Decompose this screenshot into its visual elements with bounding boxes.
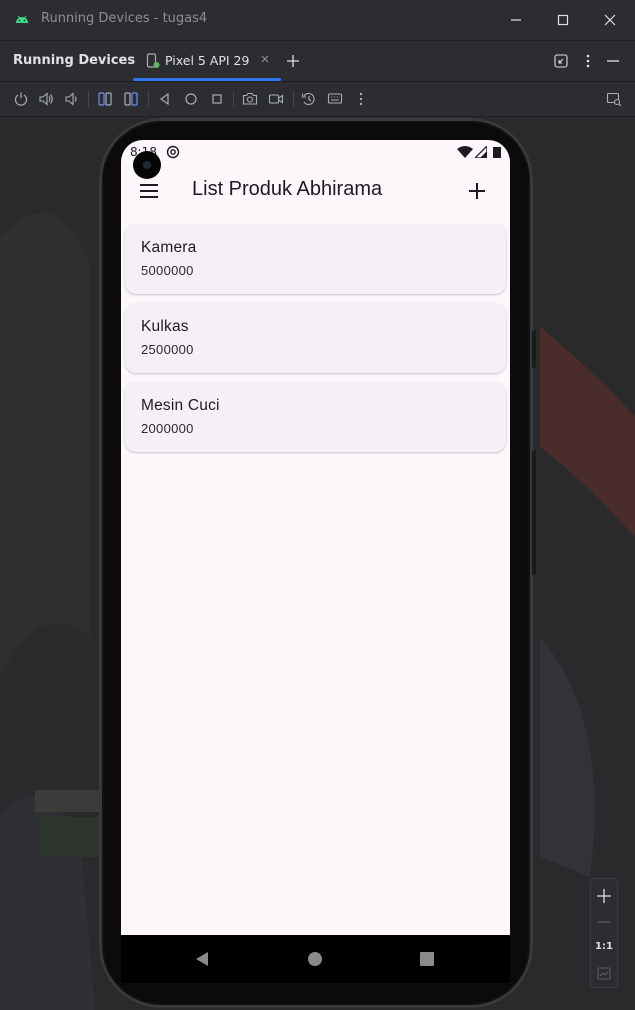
emulator-toolbar: [0, 82, 635, 117]
rotate-left-icon[interactable]: [97, 91, 113, 107]
app-title: List Produk Abhirama: [192, 178, 383, 200]
rotate-right-icon[interactable]: [123, 91, 139, 107]
product-card[interactable]: Kulkas 2500000: [125, 303, 506, 373]
volume-down-icon[interactable]: [63, 91, 79, 107]
app-bar: List Produk Abhirama: [121, 170, 510, 214]
inspect-icon[interactable]: [606, 91, 622, 107]
toolbar-separator: [293, 91, 294, 107]
zoom-out-icon[interactable]: [591, 909, 617, 935]
product-price: 5000000: [141, 263, 194, 278]
minimize-icon: [511, 19, 521, 21]
product-name: Kulkas: [141, 318, 189, 335]
device-screen: 8:18 List Produk Abhirama Kamera 5000000…: [121, 140, 510, 935]
add-device-icon[interactable]: [285, 53, 301, 69]
new-ui-window-icon[interactable]: [553, 53, 569, 69]
hide-panel-icon[interactable]: [605, 53, 621, 69]
back-icon[interactable]: [157, 91, 173, 107]
android-navigation-bar: [121, 935, 510, 983]
window-titlebar: Running Devices - tugas4: [0, 0, 635, 41]
data-saver-icon: [166, 145, 180, 159]
zoom-in-icon[interactable]: [591, 883, 617, 909]
screenshot-icon[interactable]: [242, 91, 258, 107]
more-icon[interactable]: [353, 91, 369, 107]
close-tab-icon[interactable]: [260, 54, 270, 64]
keyboard-icon[interactable]: [327, 91, 343, 107]
product-card[interactable]: Kamera 5000000: [125, 224, 506, 294]
toolbar-separator: [148, 91, 149, 107]
product-price: 2500000: [141, 342, 194, 357]
nav-home-icon[interactable]: [307, 951, 323, 967]
add-product-icon[interactable]: [467, 181, 487, 201]
toolbar-separator: [233, 91, 234, 107]
close-window-button[interactable]: [587, 0, 633, 40]
screen-record-icon[interactable]: [268, 91, 284, 107]
power-icon[interactable]: [13, 91, 29, 107]
power-side-button: [532, 330, 536, 368]
menu-icon[interactable]: [139, 181, 159, 201]
tab-pixel-5-api-29[interactable]: Pixel 5 API 29: [133, 41, 281, 81]
home-icon[interactable]: [183, 91, 199, 107]
actual-size-button[interactable]: 1:1: [591, 941, 617, 952]
window-title: Running Devices - tugas4: [41, 11, 208, 26]
fit-screen-icon[interactable]: [591, 961, 617, 987]
maximize-icon: [557, 14, 569, 26]
more-options-icon[interactable]: [580, 53, 596, 69]
toolbar-separator: [88, 91, 89, 107]
product-card[interactable]: Mesin Cuci 2000000: [125, 382, 506, 452]
tool-window-title: Running Devices: [13, 53, 136, 68]
tool-window-header: Running Devices Pixel 5 API 29: [0, 41, 635, 82]
android-studio-icon: [16, 15, 28, 23]
tab-label: Pixel 5 API 29: [165, 53, 250, 68]
overview-icon[interactable]: [209, 91, 225, 107]
device-icon: [146, 53, 160, 68]
minimize-button[interactable]: [493, 0, 539, 40]
volume-side-button: [532, 450, 536, 575]
active-tab-indicator: [133, 78, 281, 81]
signal-icon: [475, 146, 487, 158]
wifi-icon: [457, 146, 473, 158]
product-name: Mesin Cuci: [141, 397, 220, 414]
snapshot-icon[interactable]: [301, 91, 317, 107]
product-price: 2000000: [141, 421, 194, 436]
product-name: Kamera: [141, 239, 197, 256]
battery-icon: [493, 147, 501, 158]
maximize-button[interactable]: [540, 0, 586, 40]
nav-back-icon[interactable]: [194, 951, 210, 967]
volume-up-icon[interactable]: [38, 91, 54, 107]
zoom-controls: 1:1: [590, 878, 618, 988]
nav-overview-icon[interactable]: [419, 951, 435, 967]
close-icon: [604, 14, 616, 26]
